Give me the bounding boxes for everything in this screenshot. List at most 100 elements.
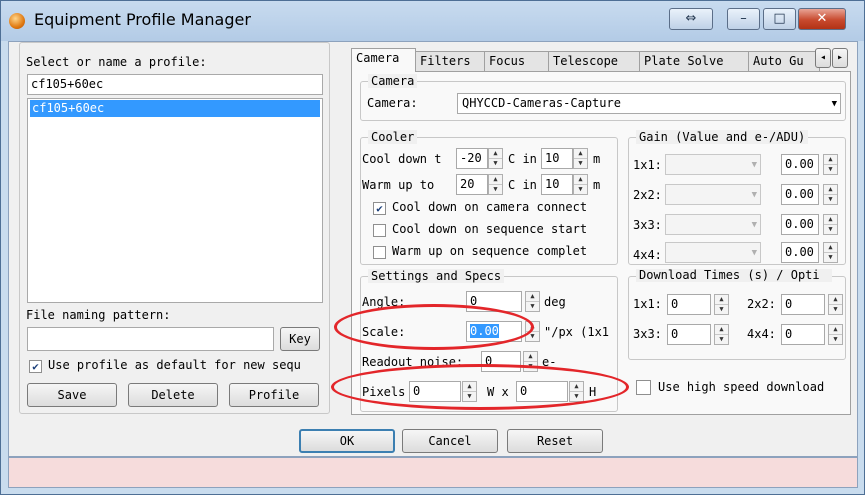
download-times-group-label: Download Times (s) / Opti <box>636 269 832 282</box>
warm-up-m-label: m <box>593 178 601 192</box>
tab-camera[interactable]: Camera <box>351 48 416 72</box>
file-naming-input[interactable] <box>27 327 274 351</box>
cool-down-m-label: m <box>593 152 601 166</box>
download-2x2-label: 2x2: <box>747 297 776 311</box>
cool-on-sequence-start-checkbox[interactable] <box>373 224 386 237</box>
download-1x1-input[interactable]: 0 <box>667 294 711 315</box>
dialog-client-area: Select or name a profile: cf105+60ec cf1… <box>8 41 858 457</box>
gain-3x3-spinner[interactable]: ▲ ▼ <box>823 214 838 235</box>
gain-group-label: Gain (Value and e-/ADU) <box>636 130 809 144</box>
download-4x4-spinner[interactable]: ▲ ▼ <box>828 324 843 345</box>
tab-telescope[interactable]: Telescope <box>548 51 640 72</box>
warm-up-temp-input[interactable]: 20 <box>456 174 488 195</box>
close-button[interactable]: ✕ <box>798 8 846 30</box>
tab-focus[interactable]: Focus <box>484 51 549 72</box>
tab-strip: Camera Filters Focus Telescope Plate Sol… <box>351 48 838 72</box>
warm-up-temp-spinner[interactable]: ▲ ▼ <box>488 174 503 195</box>
gain-4x4-select[interactable]: ▼ <box>665 242 761 263</box>
save-button[interactable]: Save <box>27 383 117 407</box>
tab-scroll-right-icon[interactable]: ▸ <box>832 48 848 68</box>
tab-auto-guide[interactable]: Auto Gu <box>748 51 820 72</box>
gain-2x2-value[interactable]: 0.00 <box>781 184 819 205</box>
key-button[interactable]: Key <box>280 327 320 351</box>
camera-tab-panel: Camera Camera: QHYCCD-Cameras-Capture ▼ … <box>351 71 851 415</box>
gain-2x2-spinner[interactable]: ▲ ▼ <box>823 184 838 205</box>
gain-3x3-select[interactable]: ▼ <box>665 214 761 235</box>
profile-list[interactable]: cf105+60ec <box>27 98 323 303</box>
download-3x3-spinner[interactable]: ▲ ▼ <box>714 324 729 345</box>
gain-2x2-select[interactable]: ▼ <box>665 184 761 205</box>
chevron-down-icon: ▼ <box>751 248 757 258</box>
gain-1x1-spinner[interactable]: ▲ ▼ <box>823 154 838 175</box>
warm-up-minutes-spinner[interactable]: ▲ ▼ <box>573 174 588 195</box>
cooler-group: Cooler Cool down t -20 ▲ ▼ C in 10 ▲ ▼ m W… <box>360 130 618 265</box>
gain-3x3-label: 3x3: <box>633 218 662 232</box>
status-bar <box>8 457 858 488</box>
reset-button[interactable]: Reset <box>507 429 603 453</box>
warm-on-sequence-complete-checkbox[interactable] <box>373 246 386 259</box>
angle-unit: deg <box>544 295 566 309</box>
cool-down-temp-input[interactable]: -20 <box>456 148 488 169</box>
high-speed-download-label: Use high speed download <box>658 380 825 394</box>
cool-on-sequence-start-label: Cool down on sequence start <box>392 222 588 236</box>
camera-select[interactable]: QHYCCD-Cameras-Capture ▼ <box>457 93 841 114</box>
cancel-button[interactable]: Cancel <box>402 429 498 453</box>
gain-4x4-spinner[interactable]: ▲ ▼ <box>823 242 838 263</box>
download-1x1-label: 1x1: <box>633 297 662 311</box>
profile-button[interactable]: Profile <box>229 383 319 407</box>
angle-spinner[interactable]: ▲ ▼ <box>525 291 540 312</box>
default-profile-checkbox[interactable]: ✔ <box>29 360 42 373</box>
download-4x4-input[interactable]: 0 <box>781 324 825 345</box>
tab-scroll-left-icon[interactable]: ◂ <box>815 48 831 68</box>
cool-down-minutes-spinner[interactable]: ▲ ▼ <box>573 148 588 169</box>
profile-list-item[interactable]: cf105+60ec <box>30 100 320 117</box>
tab-plate-solve[interactable]: Plate Solve <box>639 51 749 72</box>
maximize-button[interactable]: □ <box>763 8 796 30</box>
gain-2x2-label: 2x2: <box>633 188 662 202</box>
gain-3x3-value[interactable]: 0.00 <box>781 214 819 235</box>
download-2x2-input[interactable]: 0 <box>781 294 825 315</box>
camera-group: Camera Camera: QHYCCD-Cameras-Capture ▼ <box>360 74 846 121</box>
gain-1x1-select[interactable]: ▼ <box>665 154 761 175</box>
tab-filters[interactable]: Filters <box>415 51 485 72</box>
cool-down-minutes-input[interactable]: 10 <box>541 148 573 169</box>
ok-button[interactable]: OK <box>299 429 395 453</box>
profile-panel: Select or name a profile: cf105+60ec cf1… <box>19 42 330 414</box>
warm-up-c-in-label: C in <box>508 178 537 192</box>
download-4x4-label: 4x4: <box>747 327 776 341</box>
file-naming-label: File naming pattern: <box>26 308 171 322</box>
high-speed-download-checkbox[interactable] <box>636 380 651 395</box>
chevron-down-icon: ▼ <box>831 99 837 109</box>
title-bar[interactable]: Equipment Profile Manager ⇔ – □ ✕ <box>1 1 864 41</box>
cool-down-temp-spinner[interactable]: ▲ ▼ <box>488 148 503 169</box>
warm-up-label: Warm up to <box>362 178 435 192</box>
extra-window-button[interactable]: ⇔ <box>669 8 713 30</box>
window-title: Equipment Profile Manager <box>34 10 251 29</box>
download-times-group: Download Times (s) / Opti 1x1: 0 ▲ ▼ 2x2:… <box>628 269 846 360</box>
gain-1x1-value[interactable]: 0.00 <box>781 154 819 175</box>
chevron-down-icon: ▼ <box>751 160 757 170</box>
warm-up-minutes-input[interactable]: 10 <box>541 174 573 195</box>
gain-4x4-value[interactable]: 0.00 <box>781 242 819 263</box>
scale-unit: "/px (1x1 <box>544 325 610 339</box>
camera-label: Camera: <box>367 96 418 110</box>
app-logo-icon <box>9 13 25 29</box>
cooler-group-label: Cooler <box>368 130 418 144</box>
camera-group-label: Camera <box>368 74 418 88</box>
delete-button[interactable]: Delete <box>128 383 218 407</box>
chevron-down-icon: ▼ <box>751 220 757 230</box>
download-2x2-spinner[interactable]: ▲ ▼ <box>828 294 843 315</box>
camera-select-value: QHYCCD-Cameras-Capture <box>462 96 621 110</box>
download-1x1-spinner[interactable]: ▲ ▼ <box>714 294 729 315</box>
minimize-button[interactable]: – <box>727 8 760 30</box>
download-3x3-label: 3x3: <box>633 327 662 341</box>
pixels-highlight-ellipse <box>331 364 629 410</box>
warm-on-sequence-complete-label: Warm up on sequence complet <box>392 244 588 258</box>
cool-on-connect-checkbox[interactable]: ✔ <box>373 202 386 215</box>
scale-highlight-ellipse <box>334 304 534 350</box>
download-3x3-input[interactable]: 0 <box>667 324 711 345</box>
chevron-down-icon: ▼ <box>751 190 757 200</box>
gain-1x1-label: 1x1: <box>633 158 662 172</box>
profile-name-input[interactable]: cf105+60ec <box>27 74 323 95</box>
equipment-profile-window: Equipment Profile Manager ⇔ – □ ✕ Select… <box>0 0 865 495</box>
